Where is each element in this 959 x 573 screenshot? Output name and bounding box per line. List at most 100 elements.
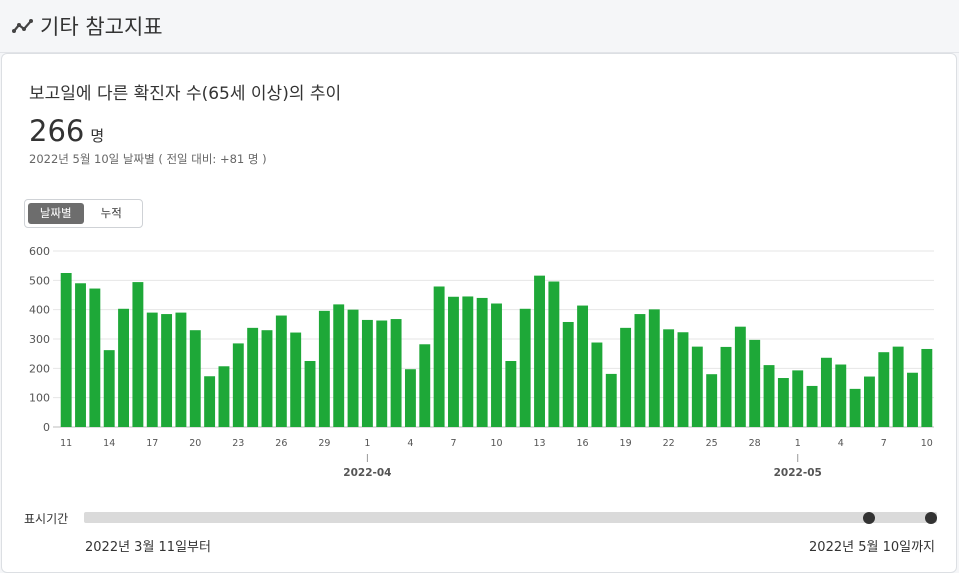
bar[interactable] (448, 296, 459, 427)
value-subtitle: 2022년 5월 10일 날짜별 ( 전일 대비: +81 명 ) (29, 152, 267, 166)
x-tick-label: 10 (921, 438, 933, 449)
x-tick-label: 25 (706, 438, 718, 449)
range-start-text: 2022년 3월 11일부터 (85, 540, 211, 555)
bar[interactable] (476, 297, 488, 427)
bar[interactable] (146, 312, 158, 427)
bar[interactable] (132, 282, 144, 427)
bar[interactable] (103, 350, 115, 427)
x-tick-label: 1 (364, 438, 370, 449)
bar[interactable] (706, 374, 718, 427)
bar[interactable] (820, 357, 832, 427)
bar[interactable] (75, 283, 86, 427)
bar[interactable] (835, 364, 847, 427)
x-tick-label: 11 (60, 438, 72, 449)
x-tick-label: 16 (577, 438, 589, 449)
bar[interactable] (505, 361, 517, 427)
bar[interactable] (677, 332, 689, 427)
bar[interactable] (261, 330, 273, 427)
toggle-daily-button[interactable]: 날짜별 (28, 203, 84, 224)
bar[interactable] (849, 388, 861, 427)
bar[interactable] (390, 319, 402, 427)
bar[interactable] (290, 332, 302, 427)
bar[interactable] (663, 329, 675, 427)
bar[interactable] (763, 365, 775, 427)
bar[interactable] (347, 309, 359, 427)
month-label: 2022-04 (343, 467, 391, 479)
x-tick-label: 20 (189, 438, 201, 449)
x-tick-label: 1 (795, 438, 801, 449)
bar[interactable] (777, 378, 789, 427)
range-end-handle[interactable] (925, 511, 937, 524)
x-tick-label: 17 (146, 438, 158, 449)
month-label: 2022-05 (774, 467, 822, 479)
bar[interactable] (318, 310, 330, 427)
x-tick-label: 29 (318, 438, 330, 449)
bar[interactable] (734, 326, 746, 427)
bar[interactable] (361, 319, 373, 427)
bar[interactable] (648, 309, 660, 427)
x-tick-label: 26 (275, 438, 287, 449)
range-slider-track[interactable] (84, 511, 937, 524)
bar[interactable] (232, 343, 244, 427)
bar[interactable] (175, 312, 187, 427)
current-value: 266 명 (29, 114, 104, 148)
bar[interactable] (89, 288, 101, 427)
bar[interactable] (562, 321, 574, 427)
bar[interactable] (189, 330, 201, 427)
x-tick-label: 28 (749, 438, 761, 449)
bar[interactable] (462, 296, 474, 427)
bar[interactable] (921, 348, 933, 427)
bar[interactable] (577, 305, 589, 427)
bar[interactable] (907, 372, 918, 427)
y-tick-label: 300 (29, 333, 50, 346)
x-tick-label: 14 (103, 438, 115, 449)
bar[interactable] (605, 373, 617, 427)
bar[interactable] (864, 376, 875, 427)
bar[interactable] (333, 304, 345, 427)
section-title: 기타 참고지표 (40, 15, 163, 39)
bar[interactable] (376, 320, 388, 427)
bar[interactable] (218, 366, 230, 427)
bar[interactable] (433, 286, 445, 427)
range-end-text: 2022년 5월 10일까지 (809, 540, 935, 555)
bar[interactable] (749, 339, 761, 427)
bar[interactable] (591, 342, 603, 427)
bar[interactable] (60, 273, 72, 427)
bar[interactable] (491, 303, 502, 427)
bar[interactable] (275, 315, 287, 427)
bar[interactable] (304, 361, 316, 427)
bar[interactable] (404, 369, 416, 427)
x-tick-label: 10 (490, 438, 502, 449)
bar[interactable] (720, 346, 732, 427)
bar[interactable] (878, 352, 890, 427)
range-start-handle[interactable] (863, 511, 875, 524)
y-tick-label: 600 (29, 245, 50, 258)
bar[interactable] (620, 327, 632, 427)
bar[interactable] (204, 376, 216, 427)
x-tick-label: 7 (881, 438, 887, 449)
current-value-unit: 명 (90, 127, 105, 145)
trend-line-icon (12, 19, 33, 33)
bar[interactable] (519, 308, 531, 427)
bar[interactable] (634, 314, 646, 427)
bar[interactable] (548, 281, 560, 427)
x-tick-label: 4 (838, 438, 844, 449)
x-tick-label: 4 (407, 438, 413, 449)
x-tick-label: 22 (663, 438, 675, 449)
bar-chart: 010020030040050060011 14 17 20 23 26 29 1 4 7 10 13… (29, 245, 934, 479)
toggle-cumulative-button[interactable]: 누적 (84, 203, 140, 224)
bar[interactable] (806, 385, 818, 427)
page-header: 기타 참고지표 (0, 0, 959, 53)
chart-title: 보고일에 다른 확진자 수(65세 이상)의 추이 (29, 84, 342, 104)
bar[interactable] (691, 346, 703, 427)
x-tick-label: 7 (450, 438, 456, 449)
bar[interactable] (792, 370, 804, 427)
bar[interactable] (892, 346, 904, 427)
bar[interactable] (118, 308, 129, 427)
y-tick-label: 200 (29, 362, 50, 375)
bar[interactable] (534, 275, 545, 427)
bar[interactable] (161, 314, 173, 427)
bar[interactable] (419, 344, 431, 427)
bar[interactable] (247, 327, 259, 427)
chart-card: 보고일에 다른 확진자 수(65세 이상)의 추이 266 명 2022년 5월 … (1, 53, 957, 573)
